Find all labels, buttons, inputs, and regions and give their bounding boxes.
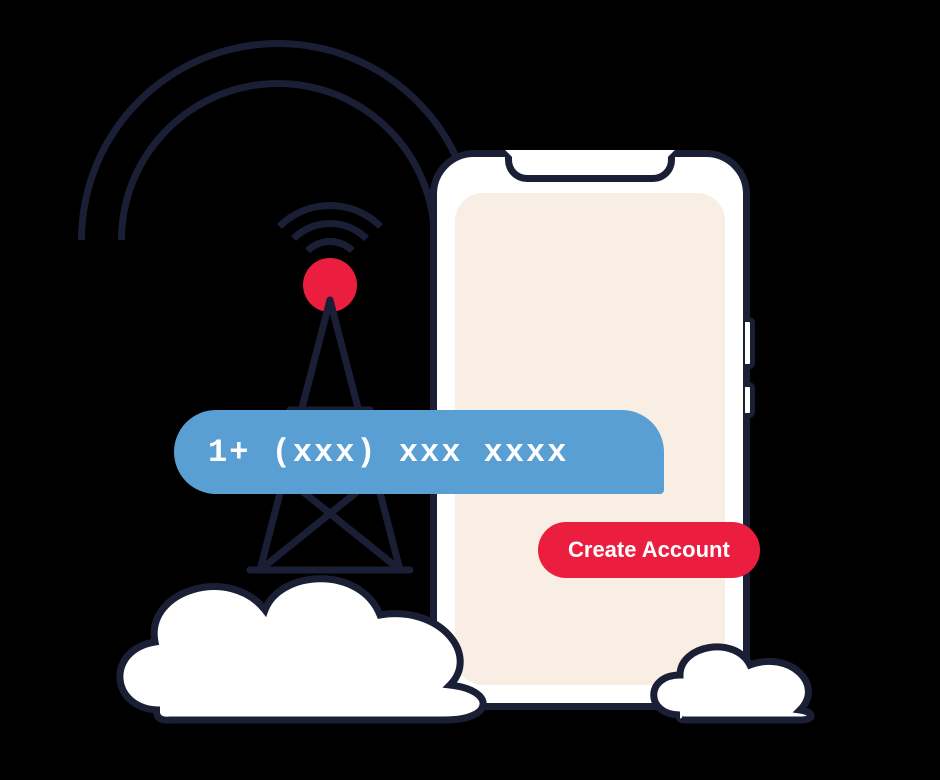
phone-notch-icon [505,150,675,182]
cloud-small-icon [640,620,830,730]
cloud-large-icon [100,520,500,730]
create-account-button[interactable]: Create Account [538,522,760,578]
create-account-label: Create Account [568,537,730,563]
phone-side-button-icon [745,382,755,418]
phone-side-button-icon [745,317,755,369]
phone-number-bubble: 1+ (xxx) xxx xxxx [174,410,664,494]
phone-number-text: 1+ (xxx) xxx xxxx [208,434,568,471]
illustration-stage: 1+ (xxx) xxx xxxx Create Account [0,0,940,780]
